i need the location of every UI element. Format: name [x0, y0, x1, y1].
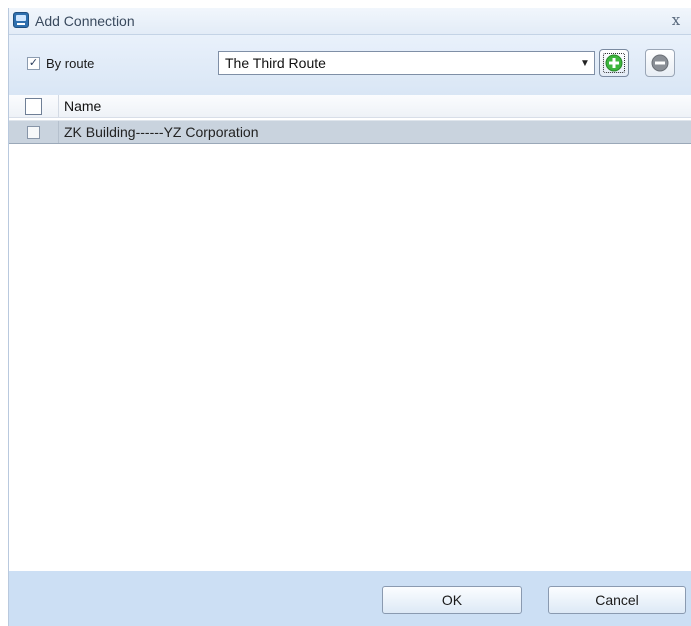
cancel-button[interactable]: Cancel — [548, 586, 686, 614]
chevron-down-icon[interactable]: ▼ — [576, 52, 594, 74]
remove-route-button[interactable] — [645, 49, 675, 77]
by-route-checkbox[interactable]: ✓ By route — [27, 55, 94, 71]
row-checkbox-cell — [9, 121, 59, 143]
checkbox-checked-icon[interactable]: ✓ — [27, 56, 40, 70]
route-select-value: The Third Route — [225, 55, 326, 71]
header-checkbox-cell — [9, 95, 59, 117]
ok-button[interactable]: OK — [382, 586, 522, 614]
select-all-checkbox[interactable] — [25, 97, 42, 115]
by-route-label: By route — [46, 55, 95, 71]
app-icon — [13, 12, 29, 28]
add-route-button[interactable] — [599, 49, 629, 77]
toolbar: ✓ By route The Third Route ▼ — [9, 35, 691, 95]
column-header-name[interactable]: Name — [64, 98, 101, 114]
grid-header: Name — [9, 95, 691, 118]
dialog-footer: OK Cancel — [9, 571, 691, 626]
dialog-title: Add Connection — [35, 13, 135, 29]
route-select[interactable]: The Third Route ▼ — [218, 51, 595, 75]
row-checkbox[interactable] — [27, 125, 40, 139]
add-connection-dialog: Add Connection x ✓ By route The Third Ro… — [8, 8, 691, 626]
title-bar[interactable]: Add Connection x — [9, 8, 691, 35]
row-name-cell: ZK Building------YZ Corporation — [64, 124, 259, 140]
minus-circle-icon — [651, 54, 669, 72]
close-button[interactable]: x — [668, 11, 684, 29]
table-row[interactable]: ZK Building------YZ Corporation — [9, 120, 691, 144]
